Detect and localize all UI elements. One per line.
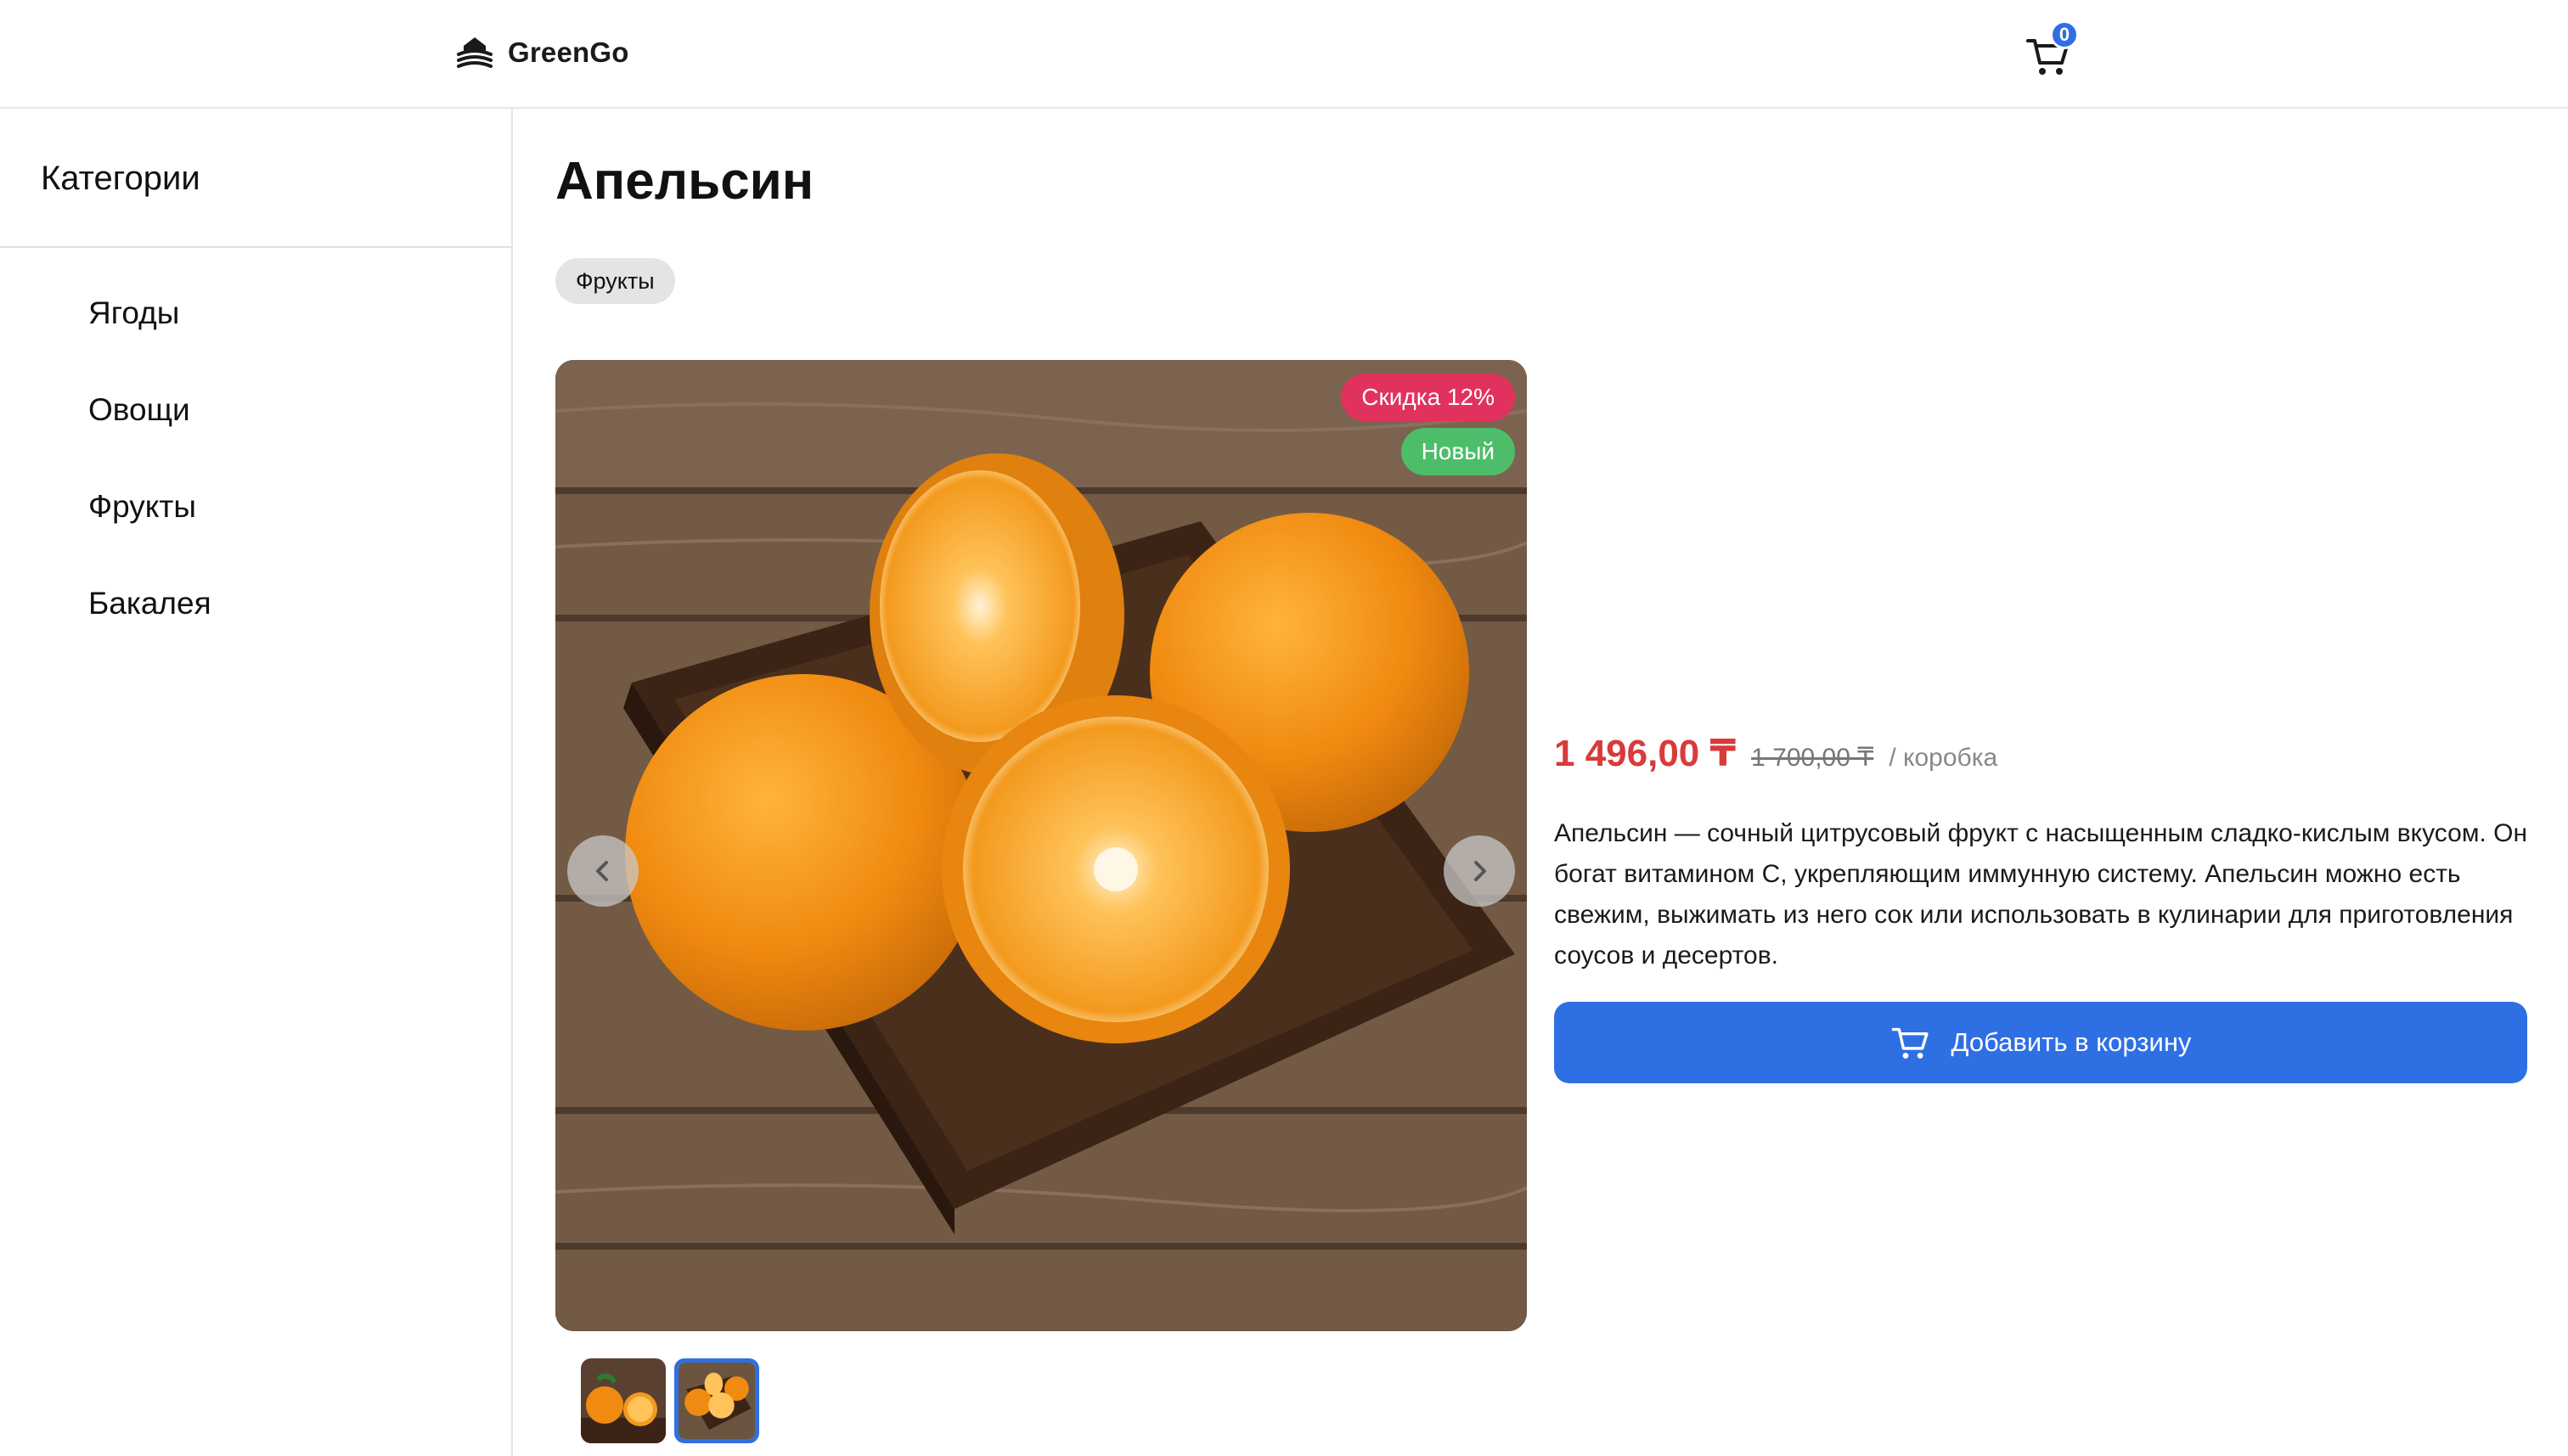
chevron-right-icon bbox=[1474, 861, 1486, 881]
sidebar-title: Категории bbox=[41, 160, 200, 197]
category-tag[interactable]: Фрукты bbox=[555, 258, 675, 304]
sidebar-item-berries[interactable]: Ягоды bbox=[88, 295, 179, 331]
gallery-next-button[interactable] bbox=[1444, 835, 1515, 907]
categories-sidebar: Категории Ягоды Овощи Фрукты Бакалея bbox=[0, 109, 513, 1456]
discount-badge: Скидка 12% bbox=[1341, 374, 1515, 421]
sidebar-item-vegetables[interactable]: Овощи bbox=[88, 392, 190, 428]
brand-name: GreenGo bbox=[508, 37, 629, 68]
new-badge: Новый bbox=[1400, 428, 1515, 475]
product-image bbox=[555, 360, 1527, 1331]
product-title: Апельсин bbox=[555, 152, 814, 211]
thumbnail-image bbox=[679, 1363, 755, 1439]
sidebar-item-fruits[interactable]: Фрукты bbox=[88, 489, 196, 525]
gallery-thumbnail-active[interactable] bbox=[674, 1358, 759, 1443]
price-row: 1 496,00 ₸ 1 700,00 ₸ / коробка bbox=[1554, 732, 1997, 775]
top-header: GreenGo 0 bbox=[0, 0, 2568, 109]
sidebar-divider bbox=[0, 246, 513, 248]
current-price: 1 496,00 ₸ bbox=[1554, 733, 1737, 774]
add-to-cart-button[interactable]: Добавить в корзину bbox=[1554, 1002, 2527, 1083]
price-unit: / коробка bbox=[1889, 744, 1998, 772]
product-description: Апельсин — сочный цитрусовый фрукт с нас… bbox=[1554, 819, 2528, 970]
gallery-thumbnail[interactable] bbox=[581, 1358, 666, 1443]
logo-icon bbox=[457, 37, 493, 68]
brand-logo[interactable]: GreenGo bbox=[455, 34, 629, 71]
sidebar-item-groceries[interactable]: Бакалея bbox=[88, 586, 211, 621]
cart-count-badge: 0 bbox=[2050, 20, 2079, 49]
chevron-left-icon bbox=[596, 861, 608, 881]
add-to-cart-label: Добавить в корзину bbox=[1951, 1027, 2192, 1057]
product-image-gallery: Скидка 12% Новый bbox=[555, 360, 1527, 1331]
cart-icon bbox=[1891, 1027, 1929, 1059]
old-price: 1 700,00 ₸ bbox=[1751, 744, 1874, 772]
gallery-prev-button[interactable] bbox=[567, 835, 639, 907]
thumbnail-image bbox=[581, 1358, 666, 1443]
